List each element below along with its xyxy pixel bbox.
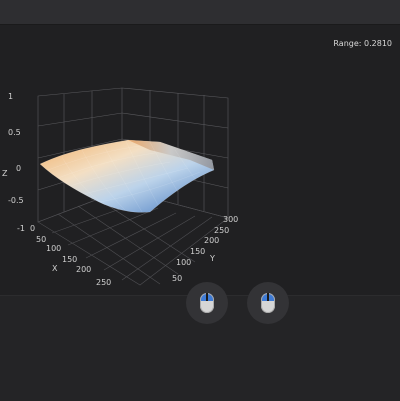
- y-axis-label: Y: [209, 254, 215, 263]
- y-tick: 100: [176, 258, 191, 267]
- x-tick: 50: [36, 235, 46, 244]
- range-readout: Range: 0.2810: [333, 39, 392, 48]
- y-tick: 50: [172, 274, 182, 283]
- x-tick: 200: [76, 265, 91, 274]
- x-tick: 100: [46, 244, 61, 253]
- y-tick: 150: [190, 247, 205, 256]
- z-tick: 0.5: [8, 128, 21, 137]
- x-origin-tick: 0: [30, 224, 35, 233]
- y-axis: 50 100 150 200 250 300 Y: [172, 215, 238, 283]
- y-tick: 300: [223, 215, 238, 224]
- x-tick: 150: [62, 255, 77, 264]
- z-tick: 1: [8, 92, 13, 101]
- z-tick: 0: [16, 164, 21, 173]
- z-axis-label: Z: [2, 169, 8, 178]
- x-axis-label: X: [52, 264, 58, 273]
- pan-control-button[interactable]: [247, 282, 289, 324]
- x-tick: 250: [96, 278, 111, 287]
- y-tick: 200: [204, 236, 219, 245]
- z-tick: -0.5: [8, 196, 24, 205]
- rotate-control-button[interactable]: [186, 282, 228, 324]
- x-axis: 0 50 100 150 200 250 X: [30, 224, 111, 287]
- z-tick: -1: [17, 224, 25, 233]
- z-axis: 1 0.5 0 -0.5 -1 Z: [2, 92, 25, 233]
- y-tick: 250: [214, 226, 229, 235]
- mouse-icon: [261, 293, 275, 313]
- mouse-icon: [200, 293, 214, 313]
